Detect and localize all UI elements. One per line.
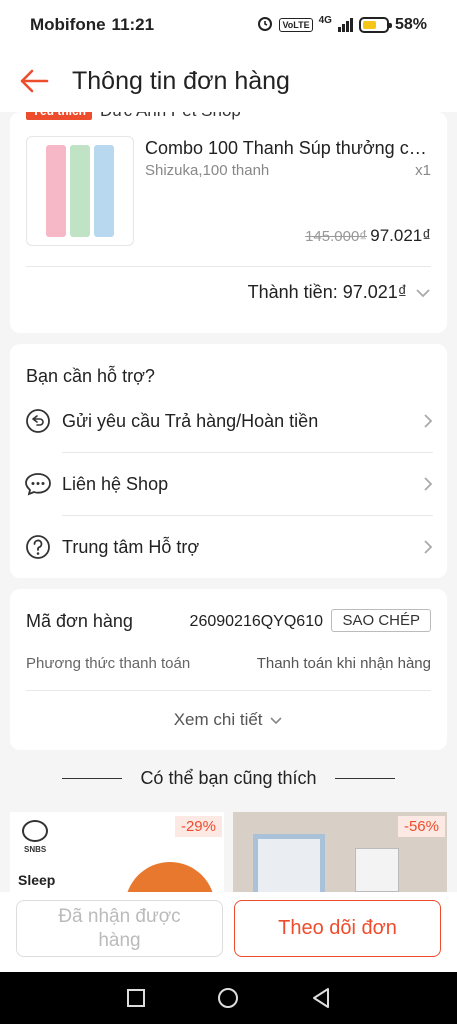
- volte-badge: VoLTE: [279, 18, 313, 32]
- order-total-label: Thành tiền: 97.021₫: [247, 282, 407, 302]
- chevron-right-icon: [424, 540, 433, 554]
- status-carrier-time: Mobifone 11:21: [30, 15, 154, 35]
- order-id-value: 26090216QYQ610: [189, 613, 323, 630]
- support-item-label: Trung tâm Hỗ trợ: [62, 536, 200, 557]
- price-discounted: 97.021₫: [370, 226, 431, 245]
- order-id-label: Mã đơn hàng: [26, 611, 133, 631]
- battery-icon: [358, 17, 392, 33]
- bottom-action-bar: Đã nhận được hàng Theo dõi đơn: [0, 892, 457, 972]
- system-nav-bar: [0, 972, 457, 1024]
- product-promo-text: Sleep: [18, 872, 56, 888]
- alarm-icon: [257, 15, 273, 36]
- back-button[interactable]: [12, 61, 56, 101]
- recommended-product-card[interactable]: SNBS Sleep -29%: [10, 812, 224, 892]
- brand-logo-icon: [22, 820, 48, 842]
- arrow-left-icon: [20, 69, 49, 93]
- brand-name: SNBS: [24, 845, 47, 854]
- recommendations-header: Có thể bạn cũng thích: [0, 768, 457, 789]
- copy-order-id-button[interactable]: SAO CHÉP: [331, 609, 431, 632]
- system-back-button[interactable]: [306, 983, 336, 1013]
- support-card: Bạn cần hỗ trợ? Gửi yêu cầu Trả hàng/Hoà…: [10, 344, 447, 578]
- chat-icon: [24, 470, 52, 498]
- chevron-down-icon: [270, 717, 282, 725]
- order-received-button[interactable]: Đã nhận được hàng: [16, 900, 223, 957]
- triangle-back-icon: [312, 988, 329, 1008]
- clock: 11:21: [111, 15, 155, 34]
- product-stick-image: [70, 145, 90, 237]
- support-item-label: Liên hệ Shop: [62, 473, 169, 494]
- network-type: 4G: [318, 14, 332, 26]
- square-icon: [127, 989, 146, 1007]
- recommendations-title: Có thể bạn cũng thích: [140, 768, 317, 788]
- home-button[interactable]: [213, 983, 243, 1013]
- product-image: [125, 862, 215, 892]
- page-title: Thông tin đơn hàng: [72, 66, 290, 95]
- divider: [26, 266, 431, 267]
- divider: [62, 777, 123, 780]
- product-image: [253, 834, 325, 892]
- discount-badge: -56%: [397, 816, 445, 837]
- view-details-label: Xem chi tiết: [173, 710, 263, 729]
- chevron-right-icon: [424, 477, 433, 491]
- battery-percent: 58%: [394, 16, 427, 33]
- signal-icon: [337, 18, 353, 32]
- divider: [26, 690, 431, 691]
- product-image: [355, 848, 399, 892]
- payment-method-value: Thanh toán khi nhận hàng: [256, 655, 431, 672]
- support-item-contact-shop[interactable]: Liên hệ Shop: [24, 453, 433, 515]
- product-stick-image: [46, 145, 66, 237]
- recommended-product-card[interactable]: -56%: [233, 812, 447, 892]
- product-stick-image: [94, 145, 114, 237]
- divider: [334, 777, 395, 780]
- support-title: Bạn cần hỗ trợ?: [26, 366, 155, 386]
- payment-method-label: Phương thức thanh toán: [26, 655, 191, 672]
- price-original: 145.000₫: [305, 228, 367, 245]
- order-total[interactable]: Thành tiền: 97.021₫: [248, 282, 431, 303]
- support-item-help-center[interactable]: Trung tâm Hỗ trợ: [24, 516, 433, 578]
- order-info-card: Mã đơn hàng 26090216QYQ610 SAO CHÉP Phươ…: [10, 589, 447, 750]
- return-icon: [24, 407, 52, 435]
- support-item-return-refund[interactable]: Gửi yêu cầu Trả hàng/Hoàn tiền: [24, 390, 433, 452]
- product-card: Combo 100 Thanh Súp thưởng cho mèo Shizu…: [10, 112, 447, 333]
- product-thumbnail[interactable]: [26, 136, 134, 246]
- product-name[interactable]: Combo 100 Thanh Súp thưởng cho mèo Shizu…: [145, 138, 431, 159]
- carrier-name: Mobifone: [30, 15, 106, 34]
- view-details-button[interactable]: Xem chi tiết: [10, 710, 447, 730]
- circle-icon: [218, 988, 239, 1008]
- support-item-label: Gửi yêu cầu Trả hàng/Hoàn tiền: [62, 410, 319, 431]
- track-order-button[interactable]: Theo dõi đơn: [234, 900, 441, 957]
- recents-button[interactable]: [121, 983, 151, 1013]
- status-bar: Mobifone 11:21 VoLTE 4G 58%: [0, 0, 457, 50]
- help-icon: [24, 533, 52, 561]
- status-icons: VoLTE 4G 58%: [257, 15, 427, 36]
- chevron-down-icon: [416, 288, 430, 297]
- discount-badge: -29%: [174, 816, 222, 837]
- product-quantity: x1: [415, 162, 431, 179]
- chevron-right-icon: [424, 414, 433, 428]
- product-variant: Shizuka,100 thanh: [145, 162, 270, 179]
- app-header: Thông tin đơn hàng: [0, 50, 457, 112]
